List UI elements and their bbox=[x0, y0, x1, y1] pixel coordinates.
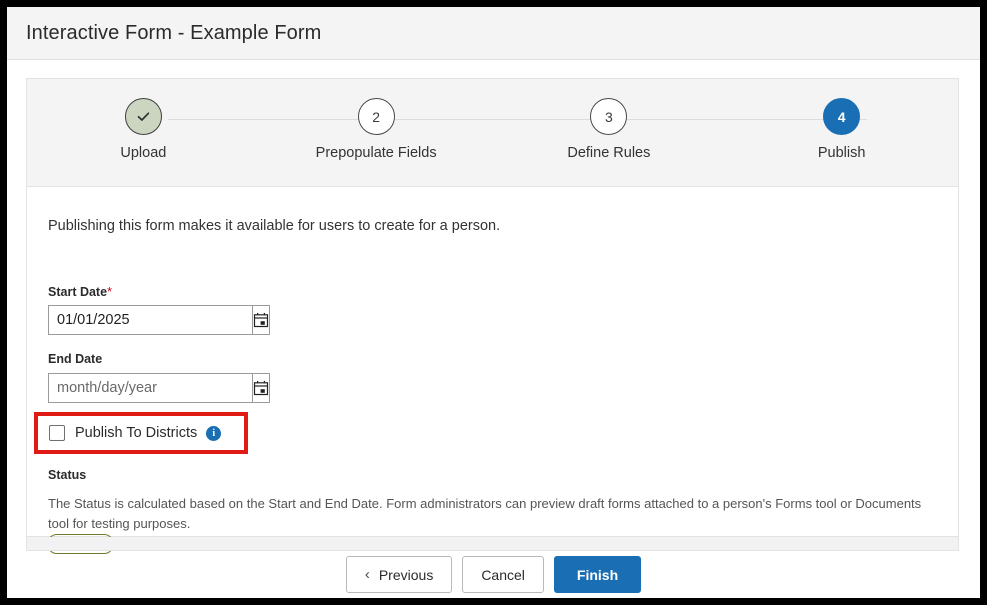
card-bottom-strip bbox=[26, 537, 959, 551]
intro-text: Publishing this form makes it available … bbox=[48, 218, 500, 234]
step-prepopulate-fields[interactable]: 2 Prepopulate Fields bbox=[260, 79, 493, 186]
step-indicator-prepopulate-fields: 2 bbox=[358, 98, 395, 135]
step-publish[interactable]: 4 Publish bbox=[725, 79, 958, 186]
status-description: The Status is calculated based on the St… bbox=[48, 494, 938, 534]
previous-button-label: Previous bbox=[379, 567, 433, 583]
publish-to-districts-row[interactable]: Publish To Districts i bbox=[49, 423, 221, 443]
application-window: Interactive Form - Example Form Up bbox=[7, 7, 980, 598]
step-label-prepopulate-fields: Prepopulate Fields bbox=[316, 145, 437, 161]
publish-step-content: Publishing this form makes it available … bbox=[27, 187, 958, 536]
info-icon[interactable]: i bbox=[206, 426, 221, 441]
step-define-rules[interactable]: 3 Define Rules bbox=[493, 79, 726, 186]
chevron-left-icon: ‹ bbox=[365, 567, 370, 582]
publish-to-districts-label: Publish To Districts bbox=[75, 425, 197, 441]
step-label-upload: Upload bbox=[120, 145, 166, 161]
start-date-label-text: Start Date bbox=[48, 285, 107, 299]
cancel-button[interactable]: Cancel bbox=[462, 556, 544, 593]
end-date-input[interactable] bbox=[48, 373, 252, 403]
finish-button[interactable]: Finish bbox=[554, 556, 641, 593]
end-date-label: End Date bbox=[48, 352, 102, 366]
calendar-icon bbox=[253, 312, 269, 328]
status-label: Status bbox=[48, 468, 86, 482]
end-date-calendar-button[interactable] bbox=[252, 373, 270, 403]
required-indicator: * bbox=[107, 284, 112, 299]
step-label-define-rules: Define Rules bbox=[567, 145, 650, 161]
window-header: Interactive Form - Example Form bbox=[7, 7, 980, 60]
step-indicator-upload bbox=[125, 98, 162, 135]
calendar-icon bbox=[253, 380, 269, 396]
step-upload[interactable]: Upload bbox=[27, 79, 260, 186]
start-date-field bbox=[48, 305, 244, 335]
check-icon bbox=[135, 108, 152, 125]
start-date-label: Start Date* bbox=[48, 284, 112, 299]
finish-button-label: Finish bbox=[577, 567, 618, 583]
cancel-button-label: Cancel bbox=[481, 567, 525, 583]
window-body: Upload 2 Prepopulate Fields 3 Define Rul… bbox=[7, 61, 980, 598]
start-date-calendar-button[interactable] bbox=[252, 305, 270, 335]
step-indicator-publish: 4 bbox=[823, 98, 860, 135]
wizard-footer: ‹ Previous Cancel Finish bbox=[7, 556, 980, 598]
start-date-input[interactable] bbox=[48, 305, 252, 335]
publish-to-districts-checkbox[interactable] bbox=[49, 425, 65, 441]
step-indicator-define-rules: 3 bbox=[590, 98, 627, 135]
wizard-stepper: Upload 2 Prepopulate Fields 3 Define Rul… bbox=[27, 79, 958, 187]
step-label-publish: Publish bbox=[818, 145, 866, 161]
previous-button[interactable]: ‹ Previous bbox=[346, 556, 452, 593]
end-date-field bbox=[48, 373, 244, 403]
page-title: Interactive Form - Example Form bbox=[26, 22, 321, 45]
